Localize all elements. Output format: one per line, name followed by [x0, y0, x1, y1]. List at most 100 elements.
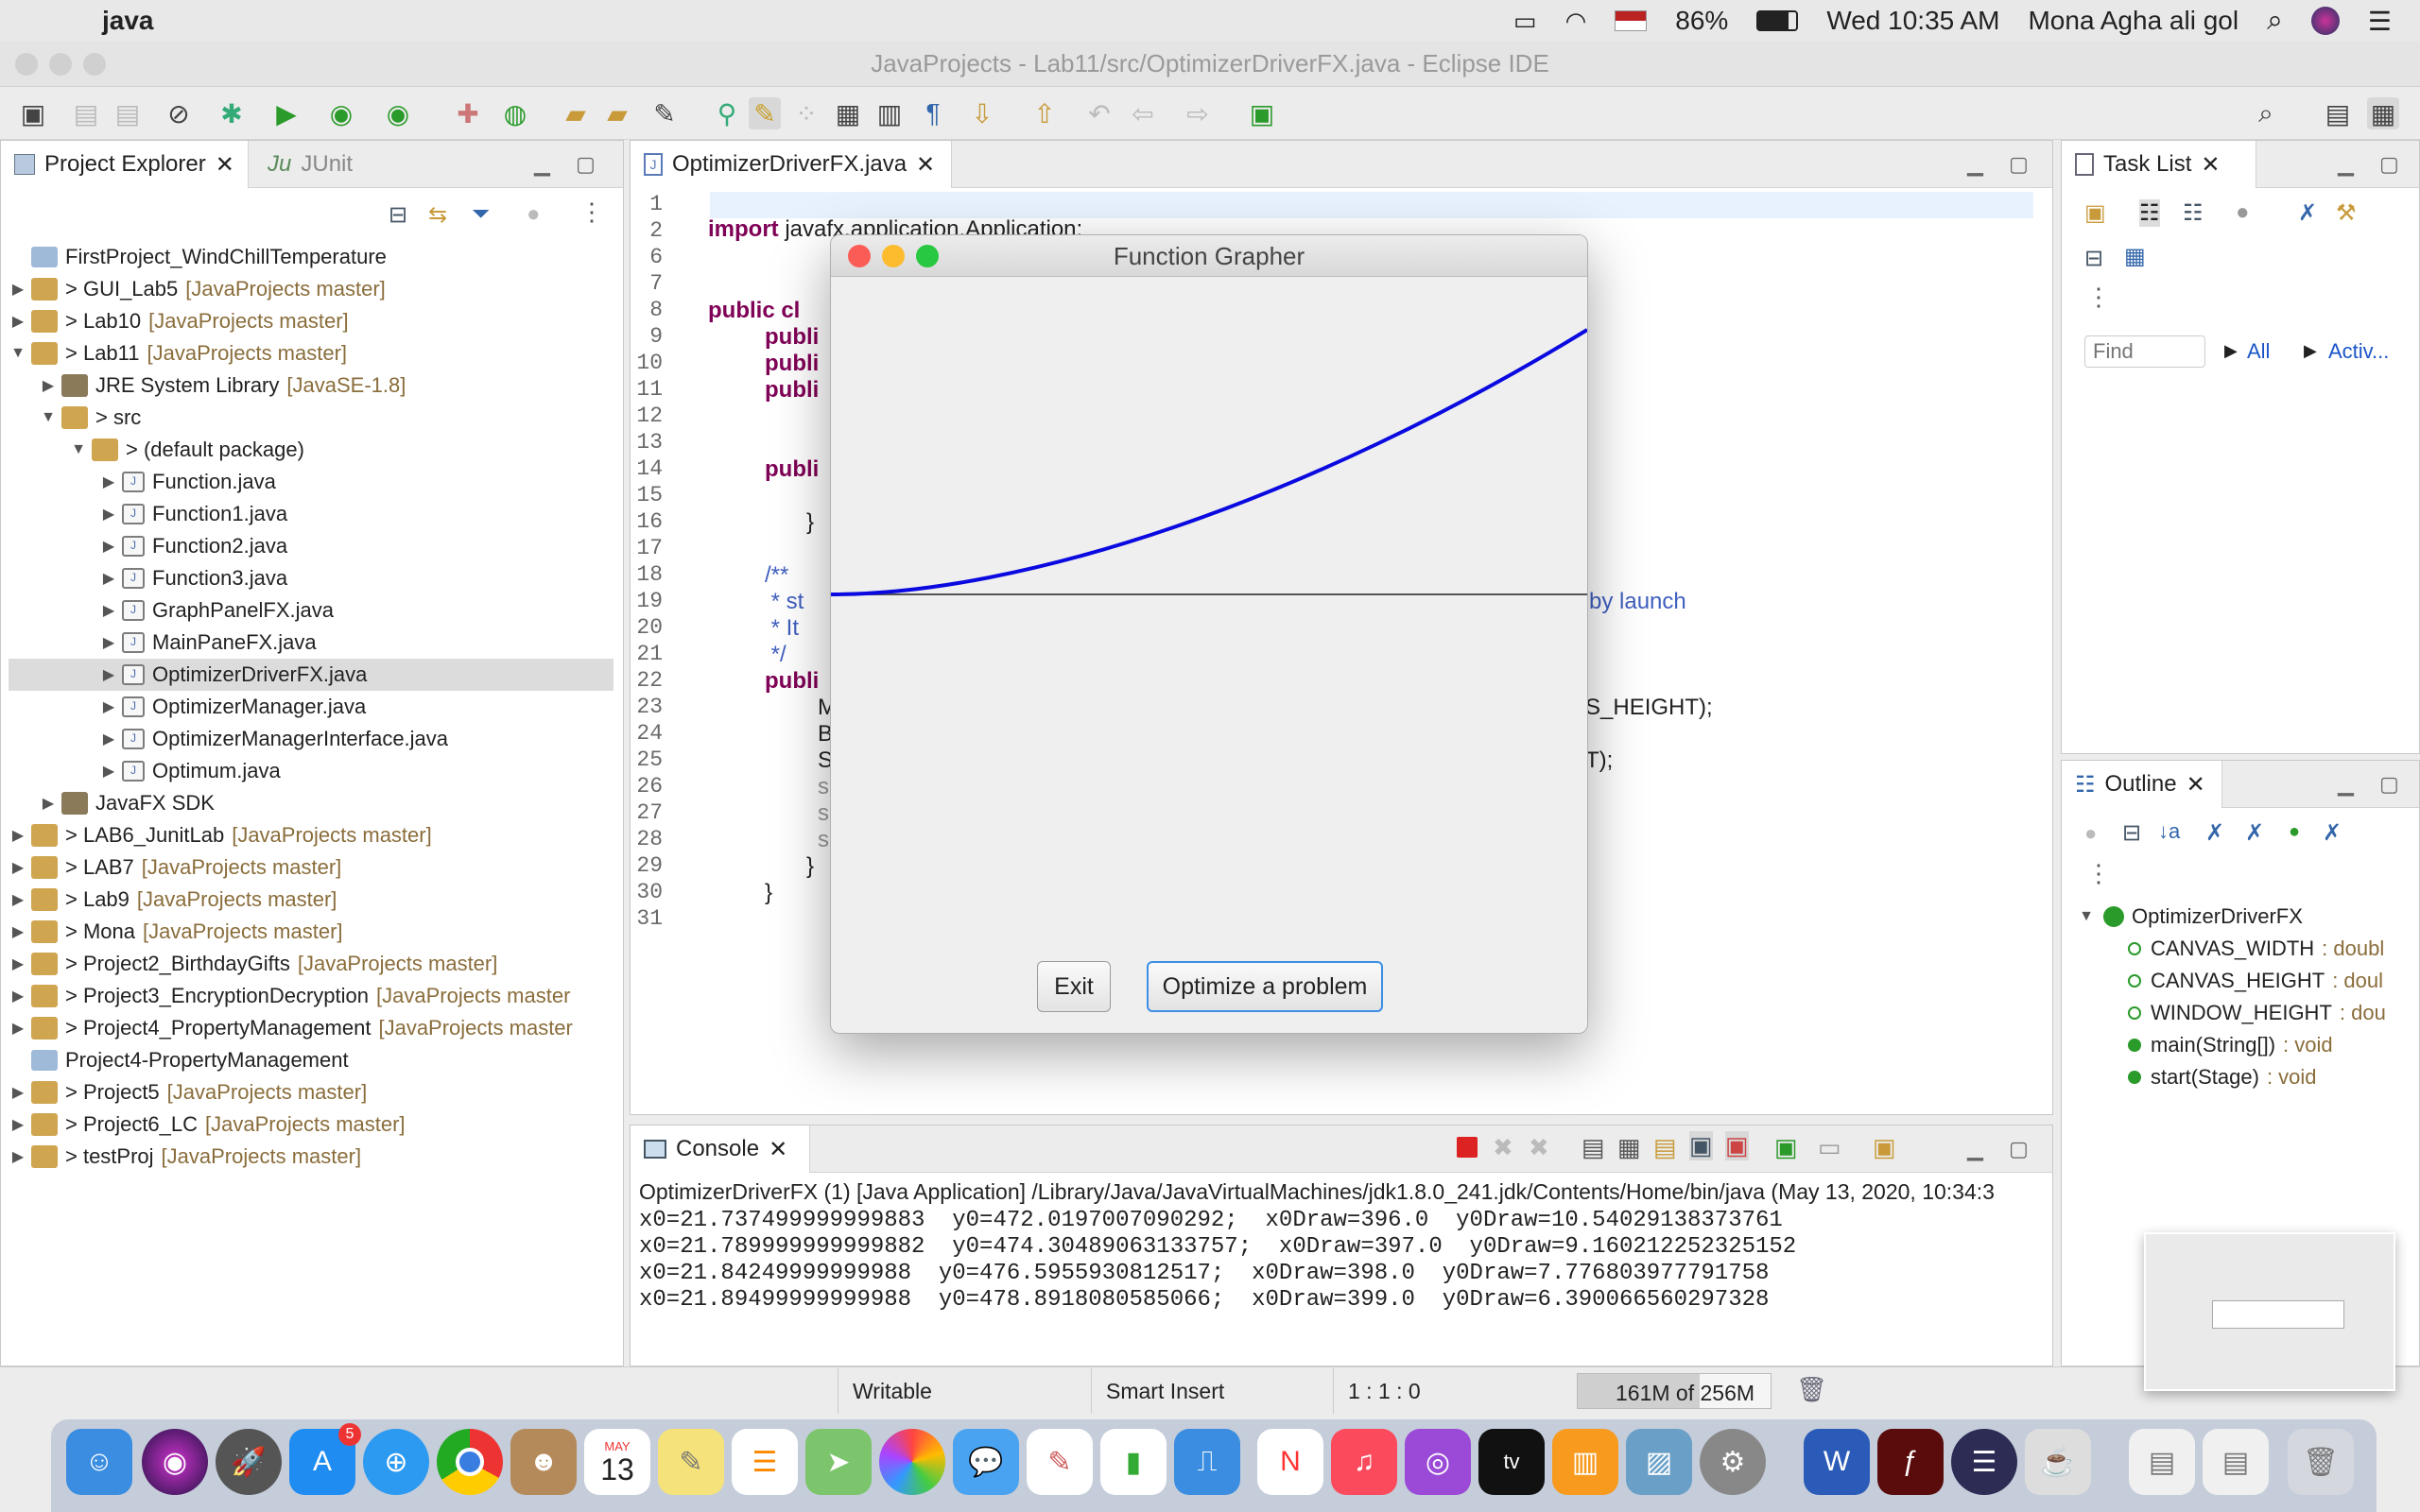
chevron-right-icon[interactable]: ▶ — [9, 987, 27, 1005]
system-preferences-icon[interactable]: ⚙ — [1700, 1429, 1766, 1495]
show-ui-legend-icon[interactable]: ▦ — [2124, 243, 2146, 270]
chevron-right-icon[interactable]: ▶ — [39, 376, 58, 395]
music-icon[interactable]: ♫ — [1331, 1429, 1397, 1495]
dialog-close-button[interactable] — [848, 245, 871, 267]
clock[interactable]: Wed 10:35 AM — [1826, 6, 1999, 36]
screenshot-thumbnail[interactable] — [2144, 1232, 2395, 1391]
tab-outline[interactable]: ☷ Outline ✕ — [2062, 761, 2222, 808]
clear-console-icon[interactable]: ▤ — [1582, 1133, 1605, 1162]
show-whitespace-icon[interactable]: ▥ — [873, 97, 906, 129]
outline-member[interactable]: start(Stage): void — [2128, 1061, 2317, 1093]
chevron-right-icon[interactable]: ▶ — [9, 312, 27, 331]
activate-link[interactable]: Activ... — [2328, 339, 2389, 364]
siri-icon[interactable] — [2310, 7, 2340, 35]
new-task-icon[interactable]: ▣ — [2084, 199, 2106, 227]
chevron-right-icon[interactable]: ▶ — [9, 1147, 27, 1166]
tree-item[interactable]: FirstProject_WindChillTemperature — [9, 241, 614, 273]
chevron-right-icon[interactable]: ▶ — [9, 826, 27, 845]
toolbar-search-icon[interactable]: ⌕ — [2250, 97, 2282, 129]
outline-member[interactable]: CANVAS_WIDTH: doubl — [2128, 933, 2384, 965]
perspective-java-icon[interactable]: ▤ — [2322, 97, 2354, 129]
display-selected-console-icon[interactable]: ▭ — [1818, 1133, 1841, 1162]
coverage-icon[interactable]: ◉ — [325, 97, 357, 129]
dialog-zoom-button[interactable] — [916, 245, 939, 267]
chevron-right-icon[interactable]: ▶ — [9, 890, 27, 909]
outline-class-row[interactable]: ▼ OptimizerDriverFX — [2077, 901, 2303, 933]
run-icon[interactable]: ▶ — [270, 97, 302, 129]
app-name-menu[interactable]: java — [102, 6, 154, 36]
previous-annotation-icon[interactable]: ⇧ — [1028, 97, 1061, 129]
tree-item[interactable]: ▼ > (default package) — [9, 434, 614, 466]
tv-icon[interactable]: tv — [1478, 1429, 1545, 1495]
chevron-right-icon[interactable]: ▶ — [99, 472, 118, 491]
chevron-right-icon[interactable]: ▶ — [9, 1083, 27, 1102]
tab-console[interactable]: Console ✕ — [631, 1125, 810, 1173]
focus-active-task-icon[interactable]: ● — [2084, 821, 2097, 846]
tree-item[interactable]: ▶ > Project3_EncryptionDecryption [JavaPro… — [9, 980, 614, 1012]
focus-task-icon[interactable]: ● — [527, 201, 541, 228]
messages-icon[interactable]: 💬 — [953, 1429, 1019, 1495]
contacts-icon[interactable]: ☻ — [510, 1429, 577, 1495]
focus-icon[interactable]: ✗ — [2298, 199, 2317, 227]
collapse-all-icon[interactable]: ⊟ — [389, 201, 407, 229]
next-annotation-icon[interactable]: ⇩ — [966, 97, 998, 129]
safari-icon[interactable]: ⊕ — [363, 1429, 429, 1495]
task-find-input[interactable] — [2084, 335, 2205, 368]
tree-item[interactable]: ▶ J Function3.java — [9, 562, 614, 594]
close-icon[interactable]: ✕ — [2201, 151, 2220, 179]
chevron-right-icon[interactable]: ▶ — [9, 858, 27, 877]
save-icon[interactable]: ▤ — [70, 97, 102, 129]
chevron-right-icon[interactable]: ▶ — [9, 280, 27, 299]
dialog-minimize-button[interactable] — [882, 245, 905, 267]
open-type-icon[interactable]: ▰ — [560, 97, 592, 129]
books-icon[interactable]: ▥ — [1552, 1429, 1618, 1495]
tree-item[interactable]: ▶ > Project6_LC [JavaProjects master] — [9, 1108, 614, 1141]
tree-item[interactable]: ▶ > Project4_PropertyManagement [JavaProje… — [9, 1012, 614, 1044]
tree-item[interactable]: ▶ J OptimizerDriverFX.java — [9, 659, 614, 691]
remove-launch-icon[interactable]: ✖ — [1493, 1133, 1513, 1162]
word-icon[interactable]: W — [1804, 1429, 1870, 1495]
maximize-icon[interactable]: ▢ — [2009, 1137, 2029, 1161]
new-class-icon[interactable]: ◍ — [499, 97, 531, 129]
last-edit-icon[interactable]: ↶ — [1083, 97, 1115, 129]
chevron-right-icon[interactable]: ▶ — [99, 697, 118, 716]
tree-item[interactable]: ▶ > Mona [JavaProjects master] — [9, 916, 614, 948]
downloads-stack-icon[interactable]: ▤ — [2129, 1429, 2195, 1495]
tree-item[interactable]: ▶ JRE System Library [JavaSE-1.8] — [9, 369, 614, 402]
tree-item[interactable]: ▶ > GUI_Lab5 [JavaProjects master] — [9, 273, 614, 305]
new-icon[interactable]: ▣ — [17, 97, 49, 129]
scroll-lock-icon[interactable]: ▦ — [1617, 1133, 1641, 1162]
minimize-icon[interactable]: ▁ — [1967, 1137, 1983, 1161]
open-console-icon[interactable]: ▣ — [1873, 1133, 1896, 1162]
word-wrap-icon[interactable]: ▤ — [1653, 1133, 1677, 1162]
toggle-ant-icon[interactable]: ⚲ — [711, 97, 743, 129]
word-wrap-icon[interactable]: ▦ — [832, 97, 864, 129]
back-icon[interactable]: ⇦ — [1127, 97, 1159, 129]
chevron-down-icon[interactable]: ▼ — [2077, 908, 2096, 925]
tab-junit[interactable]: Ju JUnit — [254, 141, 366, 188]
app-store-icon[interactable]: A 5 — [289, 1423, 361, 1495]
chevron-right-icon[interactable]: ▶ — [9, 1019, 27, 1038]
skip-breakpoints-icon[interactable]: ⊘ — [163, 97, 195, 129]
news-icon[interactable]: N — [1257, 1429, 1323, 1495]
keynote-icon[interactable]: ⎍ — [1174, 1429, 1240, 1495]
wifi-icon[interactable]: ◠ — [1565, 7, 1587, 36]
categorized-icon[interactable]: ☷ — [2139, 199, 2160, 227]
view-menu-icon[interactable]: ⋮ — [2086, 859, 2111, 888]
debug-icon[interactable]: ✱ — [216, 97, 248, 129]
tree-item[interactable]: ▶ > LAB6_JunitLab [JavaProjects master] — [9, 819, 614, 851]
outline-member[interactable]: CANVAS_HEIGHT: doul — [2128, 965, 2383, 997]
tree-item[interactable]: ▶ J Function1.java — [9, 498, 614, 530]
tab-task-list[interactable]: Task List ✕ — [2062, 141, 2256, 188]
tree-item[interactable]: ▶ > LAB7 [JavaProjects master] — [9, 851, 614, 884]
siri-dock-icon[interactable]: ◉ — [142, 1429, 208, 1495]
block-selection-icon[interactable]: ⁘ — [790, 97, 822, 129]
collapse-all-icon[interactable]: ⊟ — [2084, 245, 2103, 272]
chevron-right-icon[interactable]: ▶ — [9, 954, 27, 973]
chevron-right-icon[interactable]: ▶ — [9, 922, 27, 941]
tree-item[interactable]: ▶ > Project2_BirthdayGifts [JavaProjects m… — [9, 948, 614, 980]
open-perspective-icon[interactable]: ▣ — [1246, 97, 1278, 129]
control-center-icon[interactable]: ☰ — [2368, 6, 2392, 37]
chevron-right-icon[interactable]: ▶ — [99, 505, 118, 524]
documents-stack-icon[interactable]: ▤ — [2203, 1429, 2269, 1495]
